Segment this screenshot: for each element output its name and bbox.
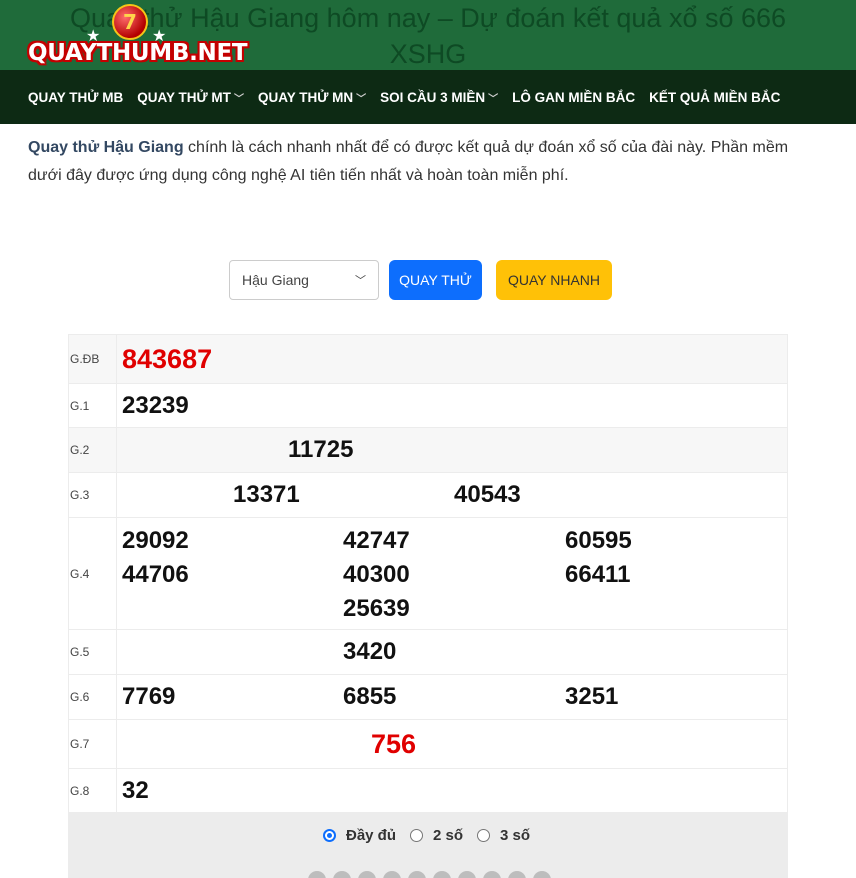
prize-number: 40543 (454, 481, 521, 508)
nav-item-label: SOI CẦU 3 MIỀN (380, 89, 486, 105)
prize-numbers: 11725 (116, 427, 788, 473)
digit-ball[interactable] (483, 871, 501, 878)
nav-item-soi-cau-3-mien[interactable]: SOI CẦU 3 MIỀN ﹀ (380, 90, 498, 105)
nav-item-label: QUAY THỬ MT (137, 89, 231, 105)
logo-text: QUAYTHUMB.NET (28, 40, 248, 66)
prize-number: 13371 (233, 481, 300, 508)
radio-3-digits-label[interactable]: 3 số (500, 827, 530, 844)
prize-number: 66411 (565, 561, 631, 588)
radio-full[interactable] (323, 829, 336, 842)
prize-number: 42747 (343, 527, 410, 554)
prize-number: 3251 (565, 683, 619, 710)
digit-ball[interactable] (458, 871, 476, 878)
prize-numbers: 23239 (116, 383, 788, 428)
spin-controls: Hậu Giang ﹀ QUAY THỬ QUAY NHANH (229, 260, 612, 300)
nav-item-label: QUAY THỬ MN (257, 89, 354, 105)
prize-numbers: 7769 6855 3251 (116, 674, 788, 720)
prize-label: G.8 (68, 768, 117, 813)
prize-row-g3: G.3 13371 40543 (68, 472, 788, 518)
prize-number: 6855 (343, 683, 397, 710)
prize-row-g6: G.6 7769 6855 3251 (68, 674, 788, 720)
nav-item-label: LÔ GAN MIỀN BẮC (512, 89, 636, 105)
digit-ball[interactable] (508, 871, 526, 878)
prize-row-g1: G.1 23239 (68, 383, 788, 428)
radio-2-digits-label[interactable]: 2 số (433, 827, 463, 844)
province-select-value: Hậu Giang (242, 272, 309, 288)
prize-label: G.7 (68, 719, 117, 769)
radio-2-digits[interactable] (410, 829, 424, 842)
nav-item-quay-thu-mn[interactable]: QUAY THỬ MN ﹀ (258, 90, 366, 105)
special-prize-number: 843687 (122, 344, 213, 374)
nav-item-quay-thu-mt[interactable]: QUAY THỬ MT ﹀ (137, 90, 244, 105)
prize-row-g7: G.7 756 (68, 719, 788, 769)
prize-number: 3420 (343, 638, 397, 665)
header-band: Quay thử Hậu Giang hôm nay – Dự đoán kết… (0, 0, 856, 70)
prize-number: 25639 (343, 595, 410, 622)
prize-numbers: 756 (116, 719, 788, 769)
prize-label: G.1 (68, 383, 117, 428)
prize-number: 44706 (122, 561, 189, 588)
prize-row-g5: G.5 3420 (68, 629, 788, 675)
prize-row-g8: G.8 32 (68, 768, 788, 813)
intro-lead: Quay thử Hậu Giang (28, 139, 184, 156)
nav-item-ket-qua-mien-bac[interactable]: KẾT QUẢ MIỀN BẮC (649, 90, 780, 105)
prize-numbers: 13371 40543 (116, 472, 788, 518)
prize-numbers: 3420 (116, 629, 788, 675)
digit-filter-group: Đầy đủ 2 số 3 số (323, 827, 544, 844)
nav-item-label: KẾT QUẢ MIỀN BẮC (649, 89, 781, 105)
digit-ball-row (308, 871, 558, 878)
digit-filter-bar: Đầy đủ 2 số 3 số (68, 813, 788, 878)
digit-ball[interactable] (533, 871, 551, 878)
province-select[interactable]: Hậu Giang ﹀ (229, 260, 379, 300)
site-logo[interactable]: ★ ★ 7 QUAYTHUMB.NET (28, 4, 248, 68)
prize-label: G.3 (68, 472, 117, 518)
prize-number: 11725 (288, 436, 354, 463)
chevron-down-icon: ﹀ (233, 93, 244, 105)
fast-spin-button[interactable]: QUAY NHANH (496, 260, 612, 300)
prize-numbers: 843687 (116, 334, 788, 384)
prize-number: 32 (122, 777, 149, 804)
prize-number: 756 (371, 729, 417, 759)
chevron-down-icon: ﹀ (488, 93, 499, 105)
radio-3-digits[interactable] (477, 829, 491, 842)
nav-item-quay-thu-mb[interactable]: QUAY THỬ MB (28, 90, 123, 105)
nav-item-lo-gan-mien-bac[interactable]: LÔ GAN MIỀN BẮC (512, 90, 635, 105)
prize-number: 60595 (565, 527, 632, 554)
prize-row-g4: G.4 29092 42747 60595 44706 40300 66411 … (68, 517, 788, 630)
prize-label: G.5 (68, 629, 117, 675)
prize-label: G.6 (68, 674, 117, 720)
prize-number: 40300 (343, 561, 410, 588)
radio-full-label[interactable]: Đầy đủ (346, 827, 396, 844)
digit-ball[interactable] (408, 871, 426, 878)
intro-paragraph: Quay thử Hậu Giang chính là cách nhanh n… (28, 134, 818, 190)
lottery-ball-icon: 7 (112, 4, 148, 40)
digit-ball[interactable] (333, 871, 351, 878)
results-table: G.ĐB 843687 G.1 23239 G.2 11725 G.3 1337… (68, 334, 788, 813)
chevron-down-icon: ﹀ (355, 275, 366, 287)
nav-item-label: QUAY THỬ MB (28, 89, 124, 105)
prize-label: G.4 (68, 517, 117, 630)
prize-label: G.ĐB (68, 334, 117, 384)
digit-ball[interactable] (383, 871, 401, 878)
prize-numbers: 29092 42747 60595 44706 40300 66411 2563… (116, 517, 788, 630)
spin-button[interactable]: QUAY THỬ (389, 260, 482, 300)
digit-ball[interactable] (433, 871, 451, 878)
prize-numbers: 32 (116, 768, 788, 813)
prize-number: 7769 (122, 683, 176, 710)
digit-ball[interactable] (308, 871, 326, 878)
prize-row-g2: G.2 11725 (68, 427, 788, 473)
digit-ball[interactable] (358, 871, 376, 878)
prize-number: 23239 (122, 392, 189, 419)
prize-row-gdb: G.ĐB 843687 (68, 334, 788, 384)
prize-label: G.2 (68, 427, 117, 473)
main-navbar: QUAY THỬ MB QUAY THỬ MT ﹀ QUAY THỬ MN ﹀ … (0, 70, 856, 124)
chevron-down-icon: ﹀ (356, 93, 367, 105)
prize-number: 29092 (122, 527, 189, 554)
